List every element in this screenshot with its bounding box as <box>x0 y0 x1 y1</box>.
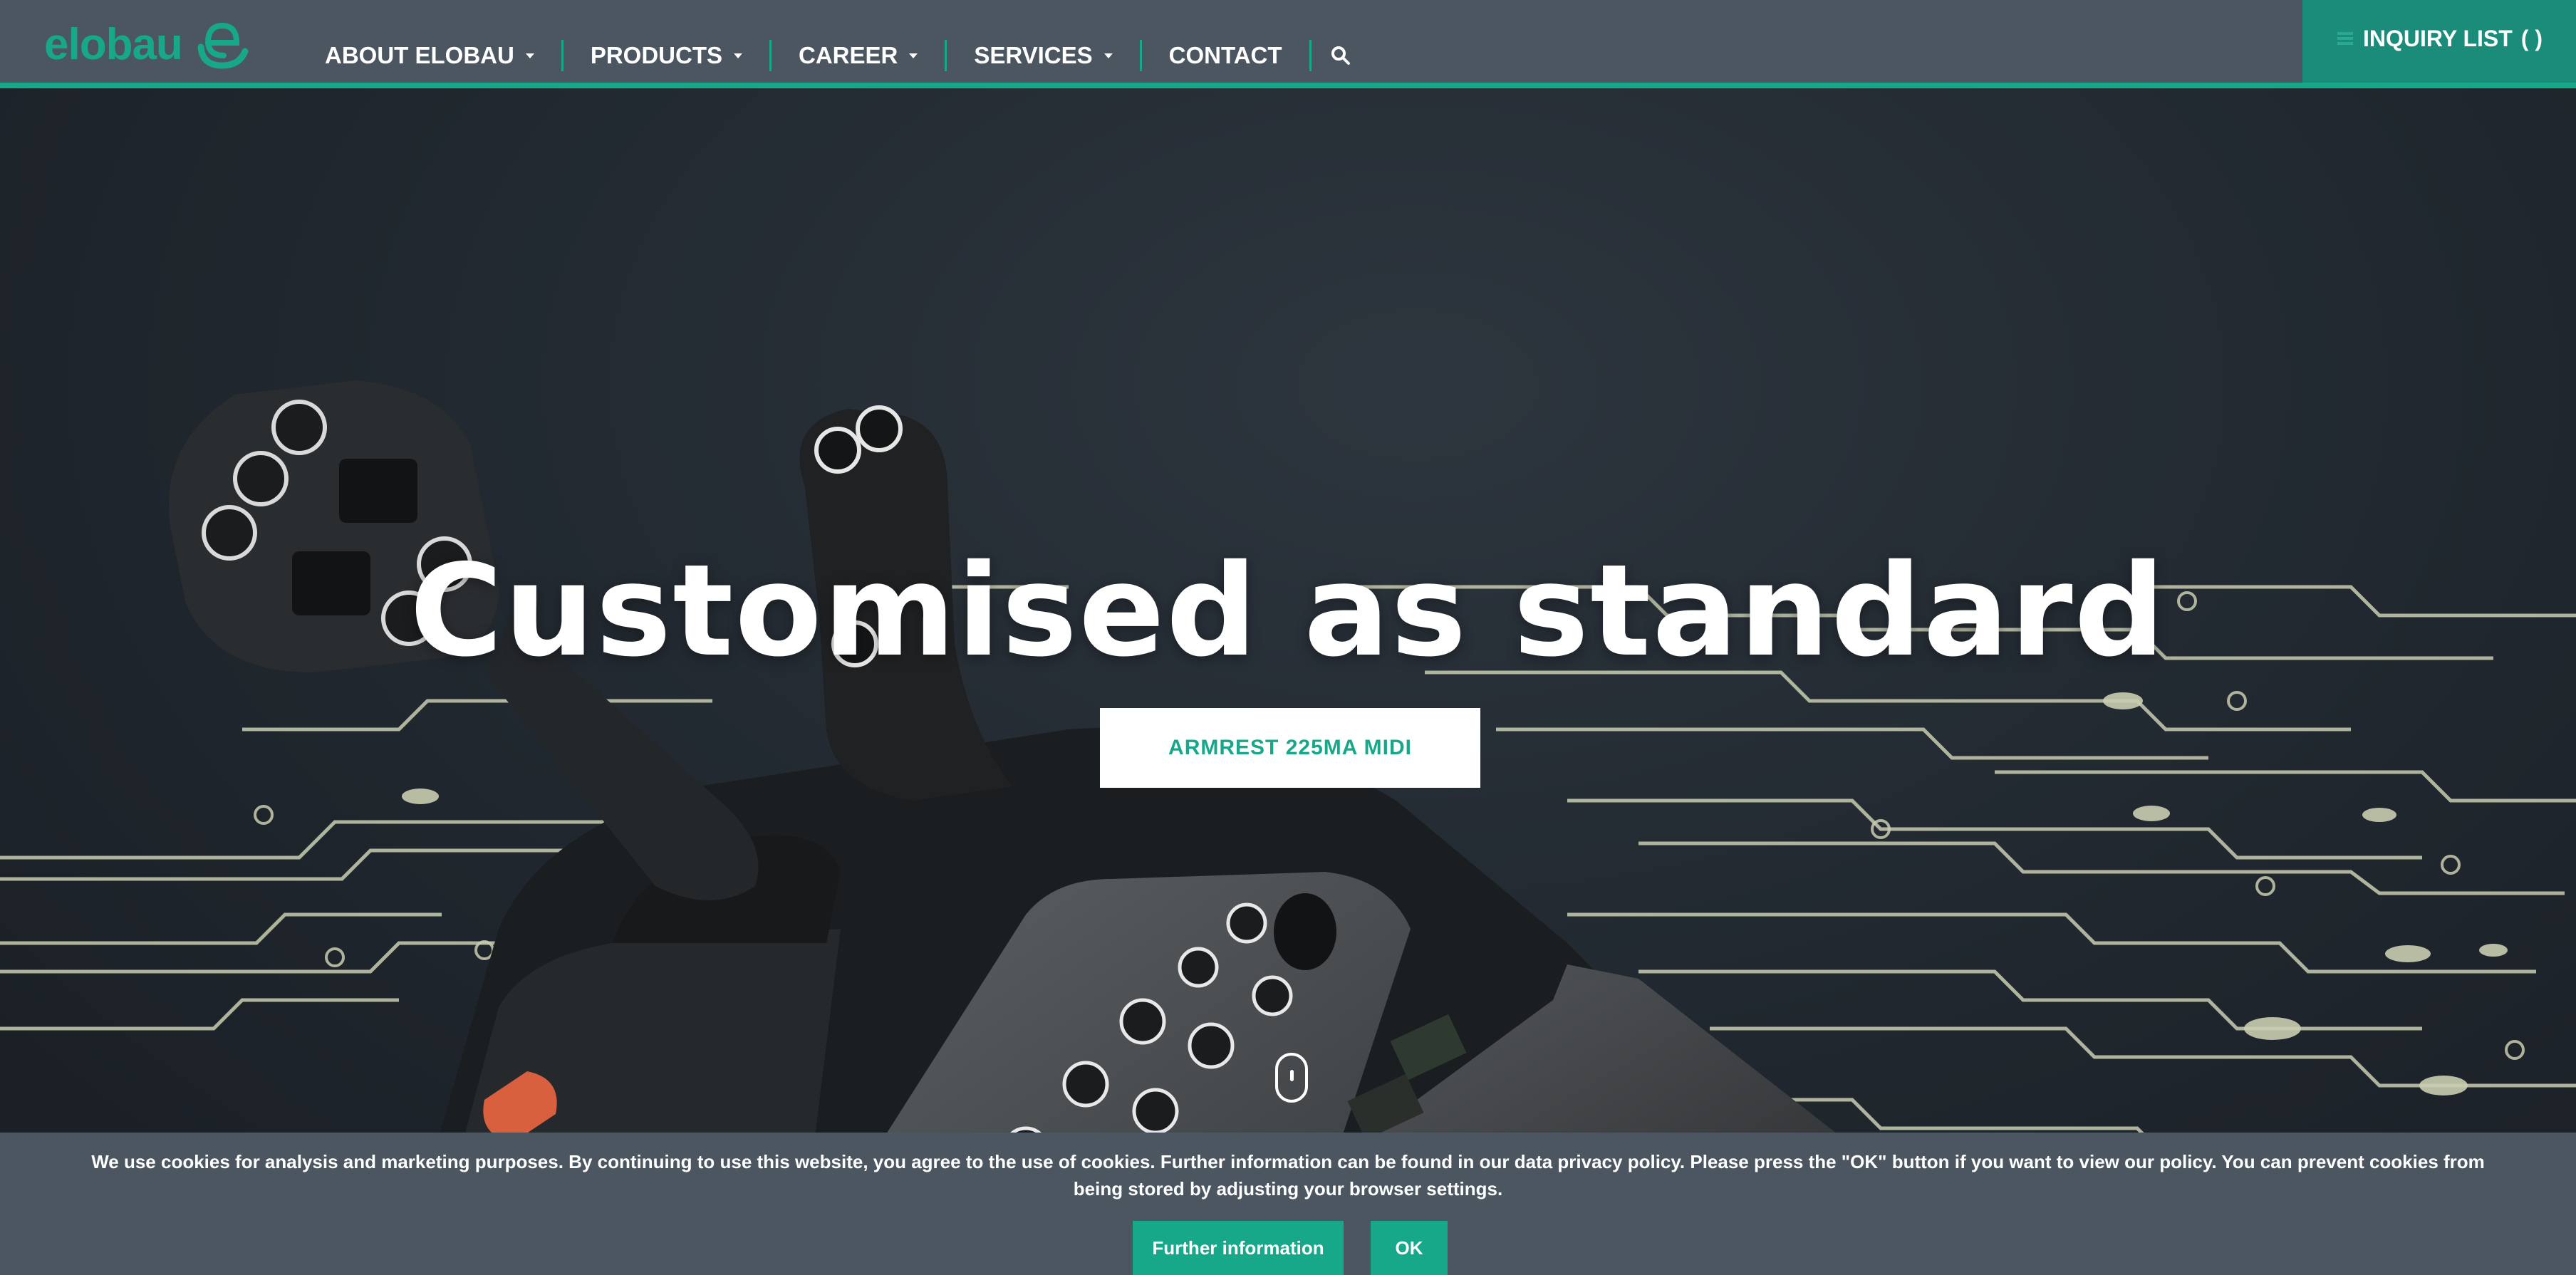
cookie-consent-bar: We use cookies for analysis and marketin… <box>0 1133 2576 1275</box>
inquiry-list-button[interactable]: INQUIRY LIST ( ) <box>2302 0 2576 83</box>
main-nav: ABOUT ELOBAU PRODUCTS CAREER SERVICES CO… <box>306 28 1370 83</box>
inquiry-list-label: INQUIRY LIST <box>2363 25 2513 51</box>
scroll-down-indicator[interactable] <box>1275 1053 1308 1103</box>
cookie-ok-button[interactable]: OK <box>1371 1221 1448 1275</box>
logo-wordmark: elobau <box>44 19 183 69</box>
list-icon <box>2337 32 2353 45</box>
caret-down-icon <box>909 53 918 58</box>
nav-item-label: ABOUT ELOBAU <box>325 42 514 68</box>
elobau-logo[interactable]: elobau <box>44 16 249 73</box>
logo-e-icon <box>197 22 249 69</box>
further-information-button[interactable]: Further information <box>1133 1221 1344 1275</box>
nav-item-label: CAREER <box>799 42 898 68</box>
caret-down-icon <box>525 53 534 58</box>
nav-item-label: PRODUCTS <box>590 42 723 68</box>
nav-item-label: SERVICES <box>974 42 1093 68</box>
scroll-mouse-icon <box>1290 1070 1294 1081</box>
caret-down-icon <box>1103 53 1113 58</box>
nav-item-label: CONTACT <box>1168 42 1282 68</box>
armrest-product-button[interactable]: ARMREST 225MA MIDI <box>1100 708 1480 788</box>
inquiry-list-count: ( ) <box>2520 25 2543 51</box>
search-button[interactable] <box>1312 40 1370 71</box>
hero-title: Customised as standard <box>410 537 2166 685</box>
caret-down-icon <box>734 53 743 58</box>
nav-item-about-elobau[interactable]: ABOUT ELOBAU <box>306 40 564 71</box>
nav-item-services[interactable]: SERVICES <box>947 40 1142 71</box>
nav-item-career[interactable]: CAREER <box>772 40 947 71</box>
nav-item-contact[interactable]: CONTACT <box>1142 40 1312 71</box>
search-icon <box>1331 46 1350 65</box>
nav-item-products[interactable]: PRODUCTS <box>564 40 772 71</box>
hero-section: Customised as standard ARMREST 225MA MID… <box>0 88 2576 1275</box>
site-header: elobau ABOUT ELOBAU PRODUCTS CAREER SERV… <box>0 0 2576 88</box>
cookie-notice-text: We use cookies for analysis and marketin… <box>91 1151 2485 1199</box>
